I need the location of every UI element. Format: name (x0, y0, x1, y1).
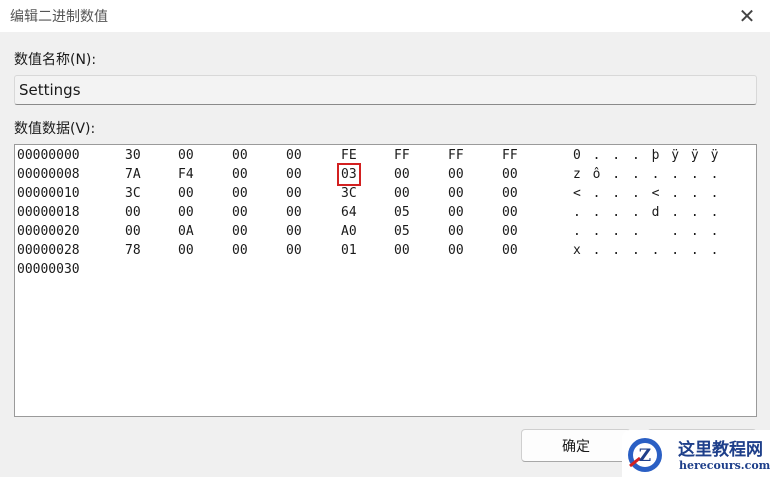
hex-byte[interactable]: 00 (286, 186, 302, 201)
hex-byte[interactable]: 00 (178, 243, 194, 258)
watermark-logo-icon: Z (628, 438, 662, 472)
value-name-field: Settings (14, 75, 757, 105)
hex-byte[interactable]: 00 (232, 205, 248, 220)
hex-byte[interactable]: 64 (341, 205, 357, 220)
hex-row[interactable]: 00000030 (15, 260, 756, 279)
hex-byte[interactable]: 00 (286, 167, 302, 182)
hex-byte-selected[interactable]: 03 (337, 163, 361, 186)
watermark: Z 这里教程网 herecours.com (622, 430, 770, 477)
hex-byte[interactable]: 00 (232, 186, 248, 201)
hex-byte[interactable]: 00 (178, 205, 194, 220)
hex-byte[interactable]: 00 (178, 186, 194, 201)
hex-ascii: . . . . . . . (573, 224, 721, 239)
hex-ascii: < . . . < . . . (573, 186, 721, 201)
watermark-title: 这里教程网 (678, 440, 763, 460)
hex-address: 00000018 (17, 205, 80, 220)
hex-byte[interactable]: 78 (125, 243, 141, 258)
hex-row[interactable]: 00000018 00 00 00 00 64 05 00 00 . . . . d . . . (15, 203, 756, 222)
hex-row[interactable]: 00000010 3C 00 00 00 3C 00 00 00 < . . . < . . . (15, 184, 756, 203)
hex-byte[interactable]: 00 (286, 224, 302, 239)
hex-byte[interactable]: 00 (286, 243, 302, 258)
hex-editor[interactable]: 00000000 30 00 00 00 FE FF FF FF 0 . . . þ ÿ ÿ ÿ0… (14, 144, 757, 417)
close-icon: ✕ (738, 4, 756, 28)
hex-byte[interactable]: 0A (178, 224, 194, 239)
hex-byte[interactable]: 00 (502, 224, 518, 239)
hex-byte[interactable]: A0 (341, 224, 357, 239)
hex-byte[interactable]: 00 (125, 224, 141, 239)
hex-address: 00000030 (17, 262, 80, 277)
hex-byte[interactable]: 00 (286, 205, 302, 220)
hex-byte[interactable]: 30 (125, 148, 141, 163)
hex-ascii: 0 . . . þ ÿ ÿ ÿ (573, 148, 721, 163)
hex-byte[interactable]: 05 (394, 205, 410, 220)
hex-byte[interactable]: FF (448, 148, 464, 163)
hex-byte[interactable]: 00 (502, 243, 518, 258)
hex-address: 00000028 (17, 243, 80, 258)
hex-ascii: . . . . d . . . (573, 205, 721, 220)
hex-ascii: x . . . . . . . (573, 243, 721, 258)
hex-byte[interactable]: 00 (502, 186, 518, 201)
window-title: 编辑二进制数值 (10, 9, 108, 25)
hex-byte[interactable]: 3C (125, 186, 141, 201)
value-data-label: 数值数据(V): (14, 121, 96, 137)
hex-byte[interactable]: FE (341, 148, 357, 163)
hex-row[interactable]: 00000020 00 0A 00 00 A0 05 00 00 . . . . . . . (15, 222, 756, 241)
hex-byte[interactable]: 7A (125, 167, 141, 182)
hex-byte[interactable]: 00 (502, 205, 518, 220)
ok-button[interactable]: 确定 (521, 429, 631, 462)
hex-byte[interactable]: 3C (341, 186, 357, 201)
watermark-url: herecours.com (679, 459, 770, 472)
hex-byte[interactable]: FF (502, 148, 518, 163)
hex-byte[interactable]: 00 (394, 186, 410, 201)
hex-byte[interactable]: 00 (286, 148, 302, 163)
hex-byte[interactable]: 00 (125, 205, 141, 220)
hex-byte[interactable]: 00 (178, 148, 194, 163)
hex-ascii: z ô . . . . . . (573, 167, 721, 182)
hex-address: 00000020 (17, 224, 80, 239)
value-name-label: 数值名称(N): (14, 52, 97, 68)
svg-text:Z: Z (639, 446, 651, 466)
hex-address: 00000008 (17, 167, 80, 182)
hex-address: 00000000 (17, 148, 80, 163)
hex-byte[interactable]: 00 (448, 205, 464, 220)
hex-byte[interactable]: 00 (448, 224, 464, 239)
hex-byte[interactable]: F4 (178, 167, 194, 182)
hex-row[interactable]: 00000008 7A F4 00 00 03 00 00 00 z ô . . . . . . (15, 163, 756, 186)
hex-row[interactable]: 00000000 30 00 00 00 FE FF FF FF 0 . . . þ ÿ ÿ ÿ (15, 146, 756, 165)
hex-byte[interactable]: 00 (394, 243, 410, 258)
hex-byte[interactable]: 00 (232, 224, 248, 239)
hex-address: 00000010 (17, 186, 80, 201)
hex-byte[interactable]: 00 (448, 167, 464, 182)
hex-byte[interactable]: 00 (232, 243, 248, 258)
hex-byte[interactable]: 01 (341, 243, 357, 258)
hex-byte[interactable]: 00 (394, 167, 410, 182)
title-bar: 编辑二进制数值 ✕ (0, 0, 770, 32)
hex-byte[interactable]: 00 (502, 167, 518, 182)
hex-byte[interactable]: 00 (448, 186, 464, 201)
hex-byte[interactable]: 05 (394, 224, 410, 239)
hex-byte[interactable]: 00 (232, 167, 248, 182)
hex-byte[interactable]: 00 (232, 148, 248, 163)
hex-byte[interactable]: FF (394, 148, 410, 163)
hex-byte[interactable]: 00 (448, 243, 464, 258)
hex-row[interactable]: 00000028 78 00 00 00 01 00 00 00 x . . . . . . . (15, 241, 756, 260)
close-button[interactable]: ✕ (724, 0, 770, 32)
